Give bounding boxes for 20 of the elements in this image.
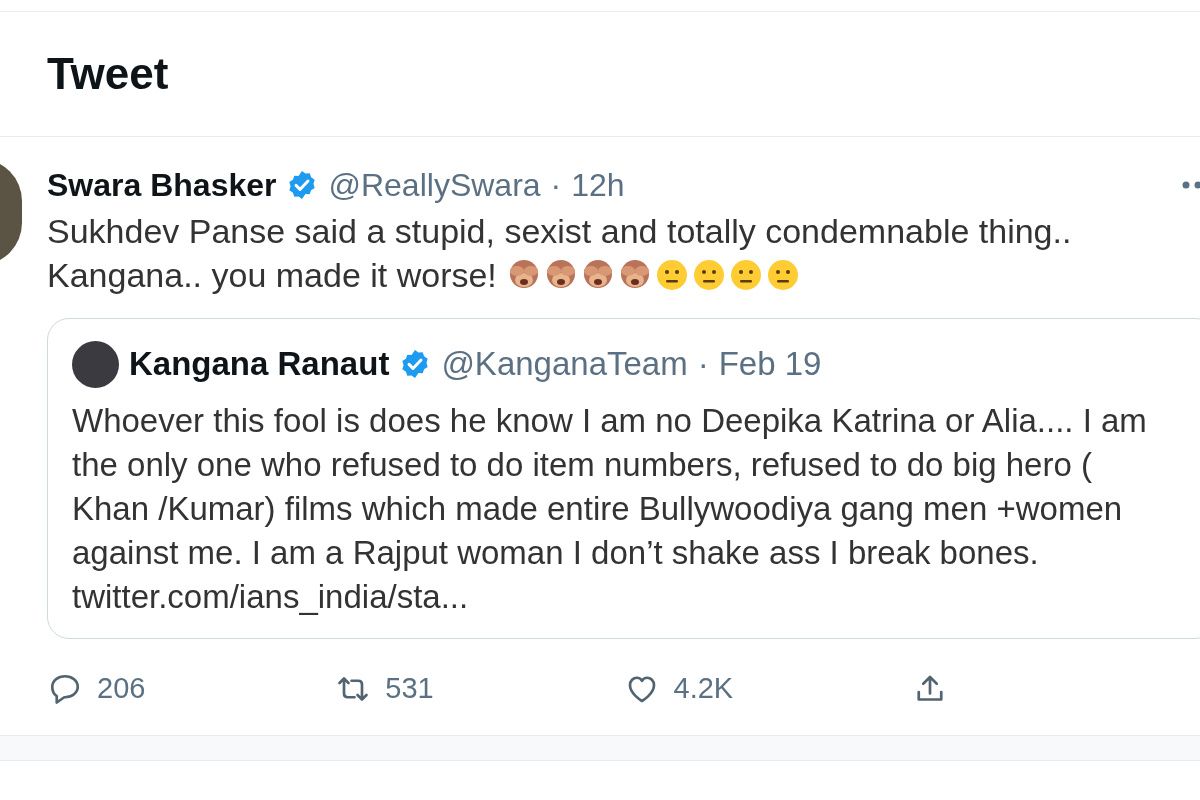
quoted-avatar (72, 340, 119, 388)
tweet-text: Kangana.. you made it worse! (47, 255, 497, 296)
separator: · (550, 166, 562, 205)
action-count: 206 (97, 671, 146, 707)
author-handle[interactable]: @ReallySwara (328, 161, 541, 209)
tweet-text: Sukhdev Panse said a stupid, sexist and totally condemnable thing.. (47, 211, 1072, 252)
tweet-time[interactable]: 12h (571, 161, 625, 209)
quoted-tweet-text: Whoever this fool is does he know I am no Deepika Katrina or Alia.... I am the only one who refused to do item numbers, refused to do big hero ( Khan /Kumar) films which made entire Bullywoodiya gang men +women against me. I am a Rajput woman I don’t shake ass I break bones. twitter.com/ians_india/sta... (72, 401, 1148, 617)
separator: · (697, 344, 709, 385)
quoted-author-name: Kangana Ranaut (129, 344, 390, 385)
neutral-face-emoji-icon (765, 258, 800, 292)
quoted-author-handle: @KanganaTeam (441, 344, 688, 385)
neutral-face-emoji-icon (654, 258, 689, 292)
quoted-tweet-time: Feb 19 (718, 344, 822, 385)
author-name[interactable]: Swara Bhasker (47, 161, 277, 209)
action-count: 531 (385, 671, 434, 707)
action-count: 4.2K (673, 671, 734, 707)
neutral-face-emoji-icon (728, 258, 763, 292)
neutral-face-emoji-icon (691, 258, 726, 292)
page-title: Tweet (47, 48, 169, 100)
